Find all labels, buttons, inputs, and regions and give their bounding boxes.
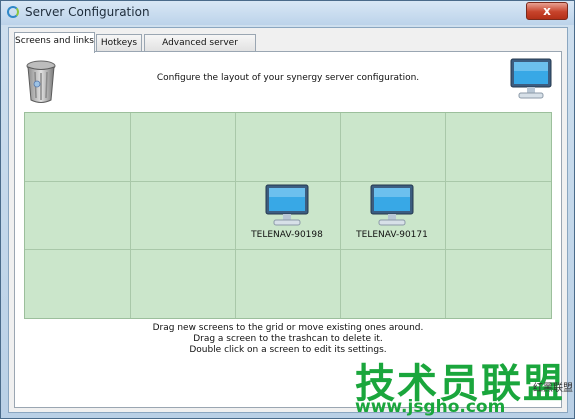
screen-name-label: TELENAV-90171 — [356, 230, 428, 240]
screen-layout-grid[interactable]: TELENAV-90198 TELENAV-90171 — [24, 112, 552, 319]
tab-hotkeys[interactable]: Hotkeys — [96, 34, 142, 51]
screen-telenav-90171[interactable]: TELENAV-90171 — [340, 183, 444, 253]
monitor-icon — [265, 184, 309, 226]
grid-line — [130, 113, 131, 318]
screen-name-label: TELENAV-90198 — [251, 230, 323, 240]
watermark-url: www.jsgho.com — [355, 397, 506, 417]
monitor-icon — [370, 184, 414, 226]
grid-line — [25, 181, 551, 182]
new-screen-monitor-icon[interactable] — [509, 57, 553, 101]
watermark: 技术员联盟 www.jsgho.com 红黑联盟 — [345, 351, 575, 419]
watermark-side-text: 红黑联盟 — [533, 383, 573, 394]
close-button[interactable]: x — [526, 2, 568, 20]
layout-instruction: Configure the layout of your synergy ser… — [156, 73, 420, 83]
window-title: Server Configuration — [25, 5, 150, 19]
screen-telenav-90198[interactable]: TELENAV-90198 — [235, 183, 339, 253]
title-bar[interactable]: Server Configuration x — [1, 1, 574, 25]
tab-advanced-server-settings[interactable]: Advanced server settings — [144, 34, 256, 64]
tab-screens-and-links[interactable]: Screens and links — [14, 32, 95, 53]
synergy-app-icon — [7, 6, 19, 18]
help-line-trashcan: Drag a screen to the trashcan to delete … — [193, 334, 383, 344]
grid-line — [445, 113, 446, 318]
help-line-drag-screens: Drag new screens to the grid or move exi… — [152, 323, 424, 333]
